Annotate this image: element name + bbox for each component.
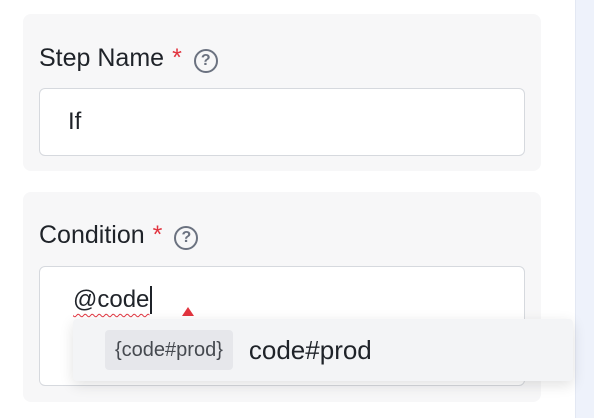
condition-value-wrap: @code bbox=[73, 286, 153, 314]
help-icon[interactable]: ? bbox=[193, 48, 218, 73]
autocomplete-popup: {code#prod} code#prod bbox=[73, 319, 573, 381]
step-name-value: If bbox=[68, 108, 82, 135]
step-name-input[interactable]: If bbox=[39, 88, 525, 156]
step-name-section: Step Name * ? If bbox=[23, 14, 541, 171]
autocomplete-option-label: code#prod bbox=[248, 334, 372, 365]
help-icon[interactable]: ? bbox=[174, 225, 199, 250]
condition-label-row: Condition * ? bbox=[39, 221, 199, 250]
required-asterisk: * bbox=[172, 44, 182, 72]
condition-value: @code bbox=[73, 286, 150, 313]
condition-label: Condition bbox=[39, 221, 145, 249]
required-asterisk: * bbox=[152, 221, 163, 249]
autocomplete-option-tag: {code#prod} bbox=[105, 330, 233, 370]
step-name-label: Step Name bbox=[39, 44, 165, 72]
side-panel-edge bbox=[575, 0, 594, 418]
autocomplete-option[interactable]: {code#prod} code#prod bbox=[105, 330, 372, 370]
text-caret bbox=[150, 286, 153, 314]
caret-marker-icon bbox=[182, 307, 194, 316]
step-name-label-row: Step Name * ? bbox=[39, 44, 218, 73]
